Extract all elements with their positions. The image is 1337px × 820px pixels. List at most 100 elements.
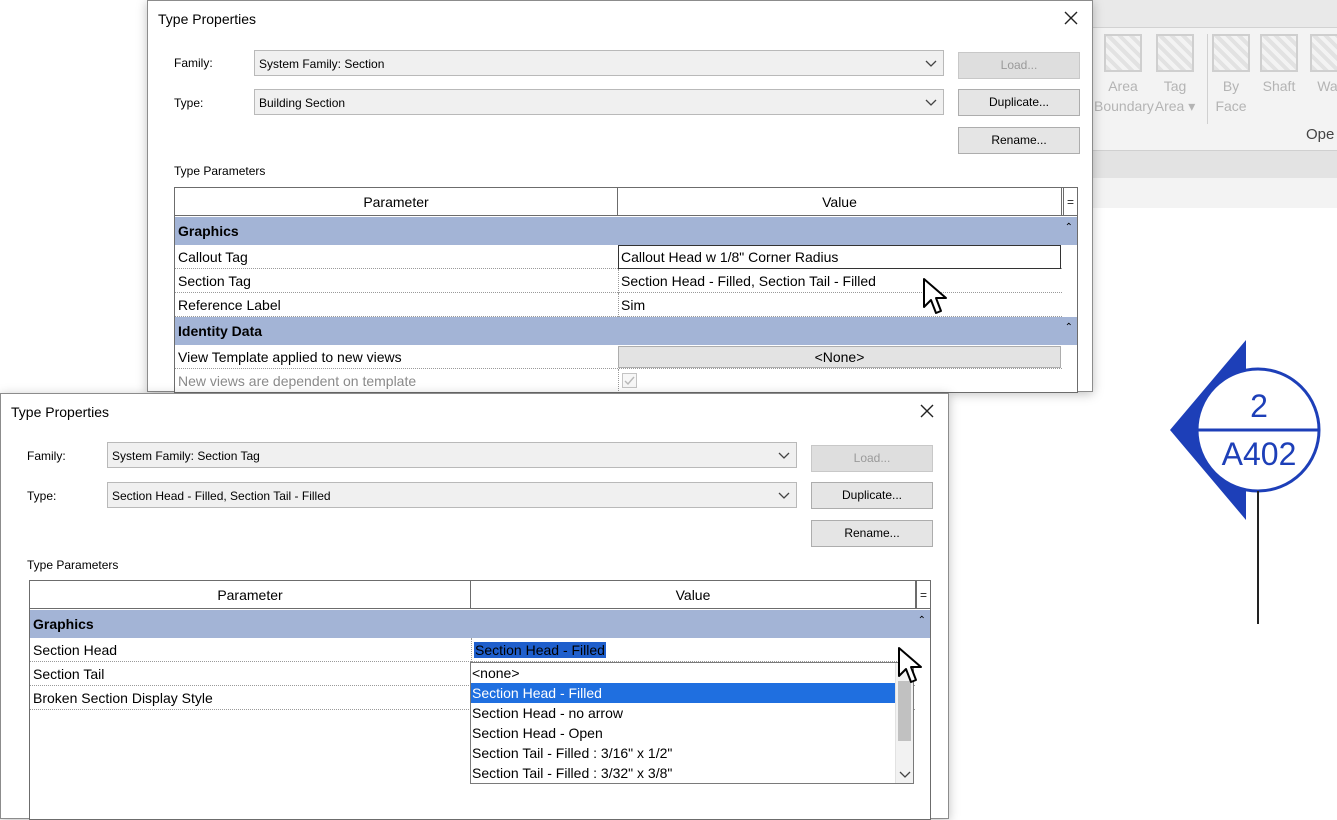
ribbon-group-label: Ope — [1306, 126, 1335, 143]
section-sheet-number: A402 — [1221, 436, 1297, 472]
column-header-parameter[interactable]: Parameter — [30, 581, 471, 609]
rename-button[interactable]: Rename... — [958, 127, 1080, 154]
table-header: Parameter Value = — [175, 188, 1077, 216]
dropdown-option[interactable]: Section Tail - Filled : 3/32" x 3/8" — [471, 763, 895, 783]
tag-area-button[interactable]: Tag Area ▾ — [1146, 34, 1204, 118]
area-boundary-button[interactable]: Area Boundary — [1094, 34, 1154, 118]
chevron-down-icon — [778, 492, 790, 499]
parameter-name: Callout Tag — [178, 249, 248, 265]
chevron-down-icon — [925, 60, 937, 67]
group-header-graphics[interactable]: Graphics ⌃ — [30, 610, 930, 638]
section-head-dropdown-list[interactable]: <none> Section Head - Filled Section Hea… — [470, 662, 914, 784]
collapse-icon[interactable]: ⌃ — [918, 615, 926, 626]
table-row[interactable]: Section Head Section Head - Filled — [30, 638, 915, 662]
family-select[interactable]: System Family: Section Tag — [107, 442, 797, 468]
parameter-name: Section Tag — [178, 273, 251, 289]
section-head-value-select[interactable]: Section Head - Filled — [471, 638, 914, 662]
callout-tag-value-field[interactable]: Callout Head w 1/8" Corner Radius — [618, 245, 1061, 269]
rename-button[interactable]: Rename... — [811, 520, 933, 547]
parameter-name: Reference Label — [178, 297, 281, 313]
parameter-value: Sim — [621, 297, 646, 313]
close-button[interactable] — [914, 398, 940, 424]
dependent-template-checkbox — [622, 373, 637, 388]
section-mark-symbol — [1170, 340, 1321, 624]
load-button[interactable]: Load... — [811, 445, 933, 472]
type-label: Type: — [27, 489, 57, 503]
scrollbar-thumb[interactable] — [898, 681, 911, 741]
dialog-title-bar[interactable]: Type Properties — [1, 394, 948, 428]
group-name: Graphics — [33, 616, 94, 632]
parameter-name: Section Head — [33, 642, 118, 658]
duplicate-button[interactable]: Duplicate... — [811, 482, 933, 509]
dropdown-option[interactable]: Section Head - no arrow — [471, 703, 895, 723]
type-parameters-label: Type Parameters — [174, 164, 266, 178]
wall-opening-button[interactable]: Wal — [1300, 34, 1337, 118]
parameter-name: Section Tail — [33, 666, 105, 682]
chevron-down-icon — [925, 99, 937, 106]
ribbon-tab-strip — [1092, 0, 1337, 28]
family-select-value: System Family: Section Tag — [112, 449, 260, 463]
collapse-icon[interactable]: ⌃ — [1065, 322, 1073, 333]
type-select[interactable]: Section Head - Filled, Section Tail - Fi… — [107, 482, 797, 508]
ribbon-bottom-strip — [1092, 150, 1337, 178]
duplicate-button[interactable]: Duplicate... — [958, 89, 1080, 116]
scroll-down-icon[interactable] — [899, 770, 911, 779]
type-parameters-label: Type Parameters — [27, 558, 119, 572]
reference-label-value-cell[interactable]: Sim — [618, 293, 1061, 317]
table-row[interactable]: View Template applied to new views <None… — [175, 345, 1062, 369]
section-number: 2 — [1250, 388, 1268, 424]
type-label: Type: — [174, 96, 204, 110]
type-properties-dialog-section[interactable]: Type Properties Family: System Family: S… — [147, 0, 1093, 393]
mouse-pointer-icon — [898, 647, 922, 683]
mouse-pointer-icon — [923, 278, 947, 314]
load-button[interactable]: Load... — [958, 52, 1080, 79]
selected-value-text: Section Head - Filled — [474, 642, 606, 658]
table-row[interactable]: Callout Tag Callout Head w 1/8" Corner R… — [175, 245, 1062, 269]
view-template-button[interactable]: <None> — [618, 346, 1061, 368]
column-header-formula[interactable]: = — [916, 581, 930, 609]
dropdown-option[interactable]: Section Head - Open — [471, 723, 895, 743]
wall-opening-icon — [1310, 34, 1337, 72]
chevron-down-icon — [778, 452, 790, 459]
by-face-icon — [1212, 34, 1250, 72]
dialog-title: Type Properties — [11, 404, 110, 420]
column-header-parameter[interactable]: Parameter — [175, 188, 618, 216]
column-header-formula[interactable]: = — [1063, 188, 1077, 216]
group-name: Identity Data — [178, 323, 263, 339]
column-header-value[interactable]: Value — [471, 581, 916, 609]
section-tag-value-cell[interactable]: Section Head - Filled, Section Tail - Fi… — [618, 269, 1061, 293]
group-name: Graphics — [178, 223, 239, 239]
type-select[interactable]: Building Section — [254, 89, 944, 115]
close-icon — [920, 404, 934, 418]
close-button[interactable] — [1058, 5, 1084, 31]
tag-area-icon — [1156, 34, 1194, 72]
dropdown-option[interactable]: Section Tail - Filled : 3/16" x 1/2" — [471, 743, 895, 763]
type-properties-dialog-section-tag[interactable]: Type Properties Family: System Family: S… — [0, 393, 949, 820]
family-select[interactable]: System Family: Section — [254, 50, 944, 76]
column-header-value[interactable]: Value — [618, 188, 1062, 216]
area-boundary-icon — [1104, 34, 1142, 72]
dropdown-option-selected[interactable]: Section Head - Filled — [471, 683, 895, 703]
dropdown-option[interactable]: <none> — [471, 663, 895, 683]
close-icon — [1064, 11, 1078, 25]
family-label: Family: — [27, 449, 66, 463]
shaft-icon — [1260, 34, 1298, 72]
family-label: Family: — [174, 56, 213, 70]
ribbon-button-label: Wal — [1317, 78, 1337, 94]
type-select-value: Building Section — [259, 96, 346, 110]
dialog-title-bar[interactable]: Type Properties — [148, 1, 1092, 35]
parameter-name: New views are dependent on template — [178, 373, 417, 389]
group-header-graphics[interactable]: Graphics ⌃ — [175, 217, 1077, 245]
table-header: Parameter Value = — [30, 581, 930, 609]
group-header-identity-data[interactable]: Identity Data ⌃ — [175, 317, 1077, 345]
parameter-value: Section Head - Filled, Section Tail - Fi… — [621, 273, 876, 289]
dependent-template-value-cell — [618, 369, 1061, 392]
table-row: New views are dependent on template — [175, 369, 1062, 392]
collapse-icon[interactable]: ⌃ — [1065, 222, 1073, 233]
type-select-value: Section Head - Filled, Section Tail - Fi… — [112, 489, 331, 503]
parameter-name: View Template applied to new views — [178, 349, 402, 365]
family-select-value: System Family: Section — [259, 57, 385, 71]
checkmark-icon — [624, 376, 635, 386]
parameter-value: Callout Head w 1/8" Corner Radius — [621, 249, 839, 265]
parameter-name: Broken Section Display Style — [33, 690, 213, 706]
